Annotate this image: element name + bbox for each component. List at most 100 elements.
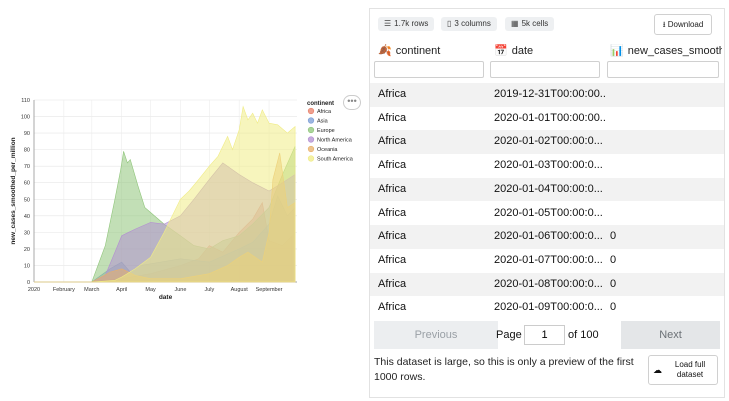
load-full-label: Load full dataset (674, 360, 706, 379)
cloud-download-icon: ☁ (653, 365, 662, 375)
category-column-icon: 🍂 (378, 45, 392, 57)
date-cell: 2019-12-31T00:00:00... (494, 88, 606, 100)
y-axis-title: new_cases_smoothed_per_million (10, 137, 17, 244)
continent-cell: Africa (378, 230, 407, 243)
continent-cell: Africa (378, 182, 407, 195)
y-tick-label: 60 (24, 181, 30, 187)
column-header-new-cases[interactable]: 📊new_cases_smoothed (610, 41, 722, 61)
date-cell: 2020-01-05T00:00:0... (494, 206, 603, 219)
new-cases-filter-input[interactable] (607, 61, 719, 78)
legend-symbol-europe (307, 126, 315, 134)
date-cell: 2020-01-02T00:00:0... (494, 135, 603, 148)
legend-label: South America (317, 157, 354, 163)
next-button[interactable]: Next (621, 321, 720, 349)
y-tick-label: 100 (21, 115, 30, 121)
continent-cell: Africa (378, 135, 407, 148)
previous-button[interactable]: Previous (374, 321, 498, 349)
rows-icon: ☰ (384, 19, 392, 28)
load-full-dataset-button[interactable]: ☁ Load full dataset (648, 355, 718, 385)
legend-label: Asia (317, 119, 329, 125)
y-tick-label: 10 (24, 263, 30, 269)
calendar-column-icon: 📅 (494, 45, 508, 57)
table-row: Africa 2020-01-05T00:00:0... (370, 202, 724, 226)
x-axis-title: date (159, 294, 173, 301)
x-tick-label: July (204, 287, 214, 293)
y-tick-label: 110 (21, 98, 30, 104)
cells-count-chip: ▦ 5k cells (505, 17, 555, 31)
date-cell: 2020-01-04T00:00:0... (494, 182, 603, 195)
legend-symbol-south-america (307, 155, 315, 162)
new-cases-cell: 0 (610, 277, 617, 290)
y-tick-label: 90 (24, 131, 30, 137)
table-row: Africa 2020-01-09T00:00:0... 0 (370, 296, 724, 320)
numeric-column-icon: 📊 (610, 45, 624, 57)
y-tick-label: 70 (24, 164, 30, 170)
table-row: Africa 2020-01-04T00:00:0... (370, 177, 724, 202)
continent-filter-input[interactable] (374, 61, 484, 78)
columns-icon: ▯ (447, 19, 452, 28)
date-cell: 2020-01-01T00:00:00... (494, 111, 606, 124)
x-tick-label: September (256, 287, 283, 293)
continent-cell: Africa (378, 277, 407, 290)
date-cell: 2020-01-07T00:00:0... (494, 253, 603, 266)
legend-label: Oceania (317, 147, 338, 153)
continent-cell: Africa (378, 301, 407, 314)
table-row: Africa 2020-01-02T00:00:0... (370, 130, 724, 154)
legend-symbol-africa (307, 107, 315, 115)
date-filter-input[interactable] (490, 61, 600, 78)
y-tick-label: 20 (24, 247, 30, 253)
table-toolbar: ☰ 1.7k rows ▯ 3 columns ▦ 5k cells ⭳ Downlo… (370, 9, 724, 41)
columns-count-label: 3 columns (454, 19, 491, 28)
download-icon: ⭳ (662, 20, 666, 29)
chart-panel: 0 10 20 30 40 50 60 70 80 90 100 110 2020 February Mar… (0, 0, 362, 401)
table-row: Africa 2019-12-31T00:00:00... (370, 83, 724, 107)
chart-more-button[interactable]: ••• (343, 95, 361, 110)
pagination: Previous Page of 100 Next (370, 321, 724, 349)
page-label: Page (496, 329, 522, 341)
continent-cell: Africa (378, 206, 407, 219)
date-cell: 2020-01-08T00:00:0... (494, 277, 603, 290)
download-button[interactable]: ⭳ Download (654, 14, 712, 35)
x-tick-label: May (145, 287, 156, 293)
rows-count-label: 1.7k rows (394, 19, 429, 28)
column-name: continent (395, 45, 441, 57)
new-cases-cell: 0 (610, 301, 617, 314)
table-row: Africa 2020-01-03T00:00:0... (370, 154, 724, 178)
y-tick-label: 80 (24, 148, 30, 154)
columns-count-chip: ▯ 3 columns (441, 17, 497, 31)
x-tick-label: March (84, 287, 99, 293)
y-tick-label: 0 (27, 280, 30, 286)
legend-symbol-asia (307, 117, 315, 124)
table-row: Africa 2020-01-08T00:00:0... 0 (370, 272, 724, 297)
legend-title: continent (307, 101, 334, 107)
legend-symbol-oceania (307, 145, 315, 153)
y-tick-label: 40 (24, 214, 30, 220)
x-tick-label: April (116, 287, 127, 293)
column-header-date[interactable]: 📅 date (494, 41, 602, 61)
table-row: Africa 2020-01-06T00:00:0... 0 (370, 225, 724, 249)
new-cases-cell: 0 (610, 253, 617, 266)
table-row: Africa 2020-01-01T00:00:00... (370, 107, 724, 131)
continent-cell: Africa (378, 159, 407, 172)
column-header-continent[interactable]: 🍂 continent (378, 41, 486, 61)
page-number-input[interactable] (524, 325, 565, 345)
cells-count-label: 5k cells (521, 19, 549, 28)
y-tick-label: 50 (24, 197, 30, 203)
date-cell: 2020-01-06T00:00:0... (494, 230, 603, 243)
rows-count-chip: ☰ 1.7k rows (378, 17, 435, 31)
legend-label: Africa (317, 109, 332, 115)
legend-symbol-north-america (307, 136, 315, 143)
date-cell: 2020-01-03T00:00:0... (494, 159, 603, 172)
download-label: Download (667, 20, 704, 29)
data-table-panel: ☰ 1.7k rows ▯ 3 columns ▦ 5k cells ⭳ Downlo… (369, 8, 725, 398)
x-tick-label: 2020 (28, 287, 40, 293)
table-row: Africa 2020-01-07T00:00:0... 0 (370, 249, 724, 273)
cells-icon: ▦ (511, 19, 519, 28)
column-name: new_cases_smoothed (627, 45, 722, 57)
date-cell: 2020-01-09T00:00:0... (494, 301, 603, 314)
continent-cell: Africa (378, 111, 407, 124)
legend-label: Europe (317, 128, 335, 134)
area-chart: 0 10 20 30 40 50 60 70 80 90 100 110 2020 February Mar… (10, 98, 354, 301)
x-tick-label: February (53, 287, 75, 293)
y-tick-label: 30 (24, 230, 30, 236)
